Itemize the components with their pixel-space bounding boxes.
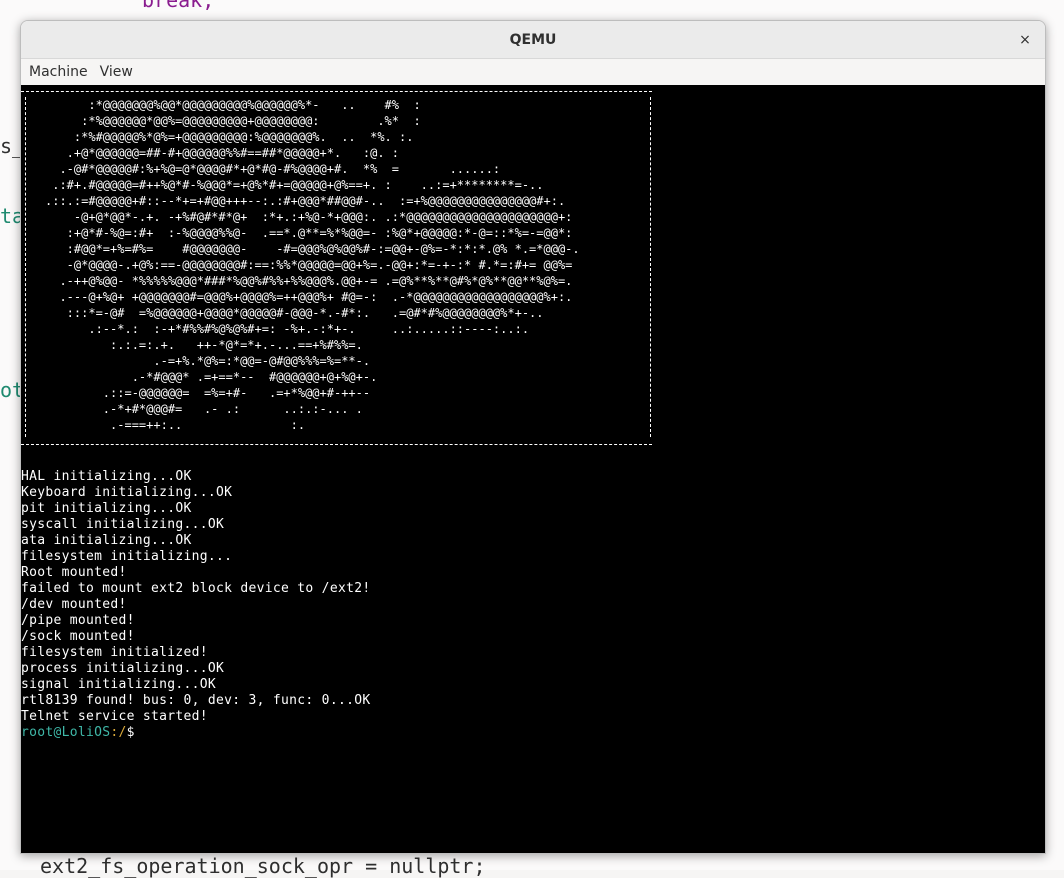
log-line: ata initializing...OK [21, 533, 192, 548]
shell-prompt[interactable]: root@LoliOS:/$ [21, 725, 135, 741]
ascii-art-line: .-*+#*@@@#= .- .: ..:.:-... . [45, 402, 363, 416]
vm-screen[interactable]: :*@@@@@@@%@@*@@@@@@@@@%@@@@@@%*- .. #% :… [21, 85, 1045, 853]
banner-right-border [650, 97, 651, 437]
log-line: /dev mounted! [21, 597, 127, 612]
log-line: /sock mounted! [21, 629, 135, 644]
log-line: Root mounted! [21, 565, 127, 580]
ascii-art-line: .::=-@@@@@@= =%=+#- .=+*%@@+#-++-- [45, 386, 371, 400]
log-line: failed to mount ext2 block device to /ex… [21, 581, 371, 596]
prompt-symbol: $ [126, 725, 135, 740]
bg-code-line-1: break; [142, 0, 215, 12]
prompt-user-host: root@LoliOS [21, 725, 111, 740]
ascii-art-line: .---@+%@+ +@@@@@@@#=@@@%+@@@@%=++@@@%+ #… [45, 290, 573, 304]
ascii-art-line: -@*@@@@-.+@%:==-@@@@@@@@#:==:%%*@@@@@=@@… [45, 258, 573, 272]
ascii-art-line: .-@#*@@@@@#:%+%@=@*@@@@#*+@*#@-#%@@@@+#.… [45, 162, 501, 176]
log-line: HAL initializing...OK [21, 469, 192, 484]
ascii-art-line: .-===++:.. :. [45, 418, 306, 432]
ascii-art-line: .::.:=#@@@@@+#::--*+=+#@@+++--:.:#+@@@*#… [45, 194, 566, 208]
close-icon[interactable]: × [1015, 30, 1035, 50]
banner-left-border [25, 97, 26, 437]
ascii-art-line: .-=+%.*@%=:*@@=-@#@@%%%=%=**-. [45, 354, 371, 368]
banner-bottom-rule [21, 444, 652, 445]
ascii-art-line: .:--*.: :-+*#%%#%@%@%#+=: -%+.-:*+-. ..:… [45, 322, 530, 336]
ascii-art-line: :+@*#-%@=:#+ :-%@@@@%%@- .==*.@**=%*%@@=… [45, 226, 573, 240]
menu-machine[interactable]: Machine [23, 64, 94, 80]
log-line: Keyboard initializing...OK [21, 485, 233, 500]
log-line: rtl8139 found! bus: 0, dev: 3, func: 0..… [21, 693, 371, 708]
ascii-art-line: -@+@*@@*-.+. -+%#@#*#*@+ :*+.:+%@-*+@@@:… [45, 210, 573, 224]
ascii-art-line: .-*#@@@* .=+==*-- #@@@@@@+@+%@+-. [45, 370, 378, 384]
banner-top-rule [21, 91, 652, 92]
log-line: pit initializing...OK [21, 501, 192, 516]
prompt-path: :/ [110, 725, 127, 740]
ascii-art-line: :*%@@@@@@*@@%=@@@@@@@@@+@@@@@@@@: .%* : [45, 114, 421, 128]
qemu-window: QEMU × Machine View :*@@@@@@@%@@*@@@@@@@… [20, 20, 1046, 854]
log-line: /pipe mounted! [21, 613, 135, 628]
ascii-art-line: :#@@*=+%=#%= #@@@@@@@- -#=@@@%@%@@%#-:=@… [45, 242, 580, 256]
bg-code-line-5: ext2_fs_operation_sock_opr = nullptr; [40, 854, 486, 878]
log-line: process initializing...OK [21, 661, 225, 676]
ascii-art-line: :.:.=:.+. ++-*@*=*+.-...==+%#%%=. [45, 338, 363, 352]
log-line: filesystem initializing... [21, 549, 233, 564]
menu-view[interactable]: View [94, 64, 139, 80]
log-line: filesystem initialized! [21, 645, 208, 660]
ascii-art-line: :*%#@@@@@%*@%=+@@@@@@@@@:%@@@@@@@%. .. *… [45, 130, 414, 144]
ascii-art-line: :::*=-@# =%@@@@@@+@@@@*@@@@@#-@@@-*.-#*:… [45, 306, 544, 320]
log-line: Telnet service started! [21, 709, 208, 724]
ascii-art-line: .-++@%@@- *%%%%%@@@*###*%@@%#%%+%%@@@%.@… [45, 274, 573, 288]
menu-bar: Machine View [21, 59, 1045, 86]
ascii-art-line: .+@*@@@@@@=##-#+@@@@@@%%#==##*@@@@@+*. :… [45, 146, 400, 160]
ascii-art-line: :*@@@@@@@%@@*@@@@@@@@@%@@@@@@%*- .. #% : [45, 98, 421, 112]
log-line: syscall initializing...OK [21, 517, 225, 532]
window-title: QEMU [509, 31, 557, 48]
log-line: signal initializing...OK [21, 677, 217, 692]
ascii-art-line: .:#+.#@@@@@=#++%@*#-%@@@*=+@%*#+=@@@@@+@… [45, 178, 544, 192]
title-bar[interactable]: QEMU × [21, 21, 1045, 59]
